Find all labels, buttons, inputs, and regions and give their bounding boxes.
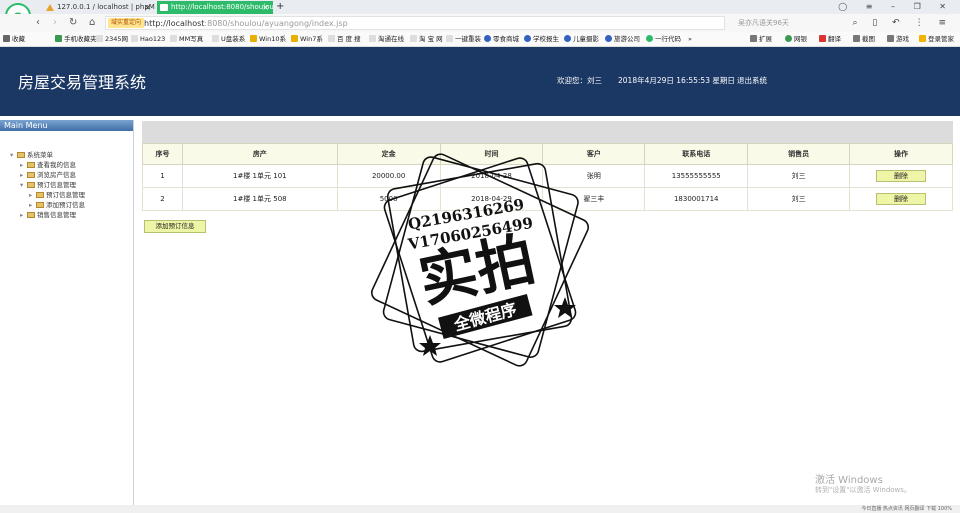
watermark-stamp: Q2196316269 V17060256499 实拍 全微程序 [370,153,590,367]
bookmark-item[interactable]: 零食商城 [484,32,519,46]
bookmark-tool[interactable]: 登录管家 [919,32,954,46]
bookmark-item[interactable]: 儿童摄影 [564,32,599,46]
bookmark-item[interactable]: 2345网 [96,32,128,46]
main-menu-header: Main Menu [0,120,133,131]
refresh-icon[interactable]: ↻ [69,16,77,30]
bookmark-item[interactable]: MM写真 [170,32,203,46]
sidebar-item-reservation-mgmt[interactable]: ▾ 预订信息管理 [20,181,76,190]
activation-watermark-text: 转到"设置"以激活 Windows。 [815,486,911,494]
cell-no: 2 [142,187,183,211]
bookmark-item[interactable]: 淘通在线 [369,32,404,46]
bookmark-item[interactable]: 淘 宝 网 [410,32,443,46]
address-bar-row: ‹ › ↻ ⌂ 域实重定向 http://localhost:8080/shou… [0,14,960,32]
datetime-text: 2018年4月29日 16:55:53 星期日 [618,76,735,85]
folder-icon [27,182,35,188]
col-header: 联系电话 [644,143,749,165]
bookmark-item[interactable]: 收藏 [3,32,25,46]
status-bar: 今日直播 热点资讯 网页翻译 下载 100% [0,505,960,513]
cell-phone: 13555555555 [644,164,749,188]
col-header: 序号 [142,143,183,165]
tab-close-icon[interactable]: × [144,1,151,14]
star-icon [419,335,441,356]
tab-favicon-icon [160,4,168,11]
bookmark-item[interactable]: 学校报生 [524,32,559,46]
bookmark-item[interactable]: 百 度 搜 [328,32,361,46]
folder-icon [27,172,35,178]
bookmark-item[interactable]: 一行代码 [646,32,681,46]
cell-house: 1#楼 1单元 101 [181,164,338,188]
home-icon[interactable]: ⌂ [89,16,95,30]
sidebar-item-reservation-list[interactable]: ▸ 预订信息管理 [29,191,85,200]
tab-phpmyadmin[interactable]: 127.0.0.1 / localhost | phpMy × [43,1,155,14]
delete-button[interactable]: 删除 [876,193,927,205]
content-toolbar [142,121,953,143]
bookmark-item[interactable]: U盘装系 [212,32,245,46]
folder-icon [27,212,35,218]
sidebar-item-browse-houses[interactable]: ▸ 浏览房产信息 [20,171,76,180]
logout-link[interactable]: 退出系统 [737,75,767,86]
bookmark-tool[interactable]: 网银 [785,32,807,46]
cell-seller: 刘三 [747,187,851,211]
cell-no: 1 [142,164,183,188]
welcome-text: 欢迎您：刘三 [557,76,602,85]
cell-seller: 刘三 [747,164,851,188]
sidebar-item-sales-mgmt[interactable]: ▸ 销售信息管理 [20,211,76,220]
bookmark-item[interactable]: Win10系 [250,32,286,46]
window-controls[interactable]: ◯ ≡ – ❐ ✕ [838,0,954,14]
bookmarks-bar: 收藏 手机收藏夹 2345网 Hao123 MM写真 U盘装系 Win10系 W… [0,32,960,47]
cell-action: 删除 [849,187,953,211]
folder-icon [17,152,25,158]
cell-phone: 1830001714 [644,187,749,211]
tab-close-icon[interactable]: × [262,1,269,14]
folder-icon [36,202,44,208]
tab-favicon-icon [46,4,54,11]
col-header: 操作 [849,143,953,165]
app-header: 房屋交易管理系统 欢迎您：刘三 2018年4月29日 16:55:53 星期日 … [0,47,960,116]
cell-house: 1#楼 1单元 508 [181,187,338,211]
col-header: 房产 [181,143,338,165]
tree-root[interactable]: ▾ 系统菜单 [10,151,53,160]
folder-icon [36,192,44,198]
bookmarks-more-icon[interactable]: » [688,32,692,46]
new-tab-icon[interactable]: + [276,0,284,14]
bookmark-item[interactable]: 旅游公司 [605,32,640,46]
cell-action: 删除 [849,164,953,188]
bookmark-tool[interactable]: 翻译 [819,32,841,46]
folder-icon [27,162,35,168]
bookmark-tool[interactable]: 扩展 [750,32,772,46]
browser-tab-bar: e 127.0.0.1 / localhost | phpMy × http:/… [0,0,960,29]
activation-watermark-title: 激活 Windows [815,475,883,486]
url-input[interactable]: 域实重定向 http://localhost:8080/shoulou/ayua… [105,16,725,30]
bookmark-item[interactable]: 一键重装 [446,32,481,46]
tab-label: http://localhost:8080/shoulou [171,3,273,11]
bookmark-tool[interactable]: 游戏 [887,32,909,46]
bookmark-item[interactable]: Hao123 [131,32,165,46]
bookmark-item[interactable]: Win7系 [291,32,323,46]
tab-index-jsp[interactable]: http://localhost:8080/shoulou × [157,1,273,14]
col-header: 销售员 [747,143,851,165]
bookmark-item[interactable]: 手机收藏夹 [55,32,97,46]
page-title: 房屋交易管理系统 [18,75,147,92]
compat-mode-badge[interactable]: 域实重定向 [108,18,145,28]
tab-label: 127.0.0.1 / localhost | phpMy [57,3,155,11]
delete-button[interactable]: 删除 [876,170,927,182]
forward-icon[interactable]: › [53,16,57,30]
bookmark-tool[interactable]: 截图 [853,32,875,46]
url-text[interactable]: http://localhost:8080/shoulou/ayuangong/… [144,17,348,30]
sidebar-item-add-reservation[interactable]: ▸ 添加预订信息 [29,201,85,210]
back-icon[interactable]: ‹ [36,16,40,30]
sidebar-item-my-info[interactable]: ▸ 查看我的信息 [20,161,76,170]
toolbar-icons[interactable]: ⌕ ▯ ↶ ⋮ ≡ [852,16,952,30]
add-reservation-button[interactable]: 添加预订信息 [144,220,206,233]
sidebar: Main Menu ▾ 系统菜单 ▸ 查看我的信息 ▸ 浏览房产信息 ▾ 预订信息管理 … [0,120,134,513]
